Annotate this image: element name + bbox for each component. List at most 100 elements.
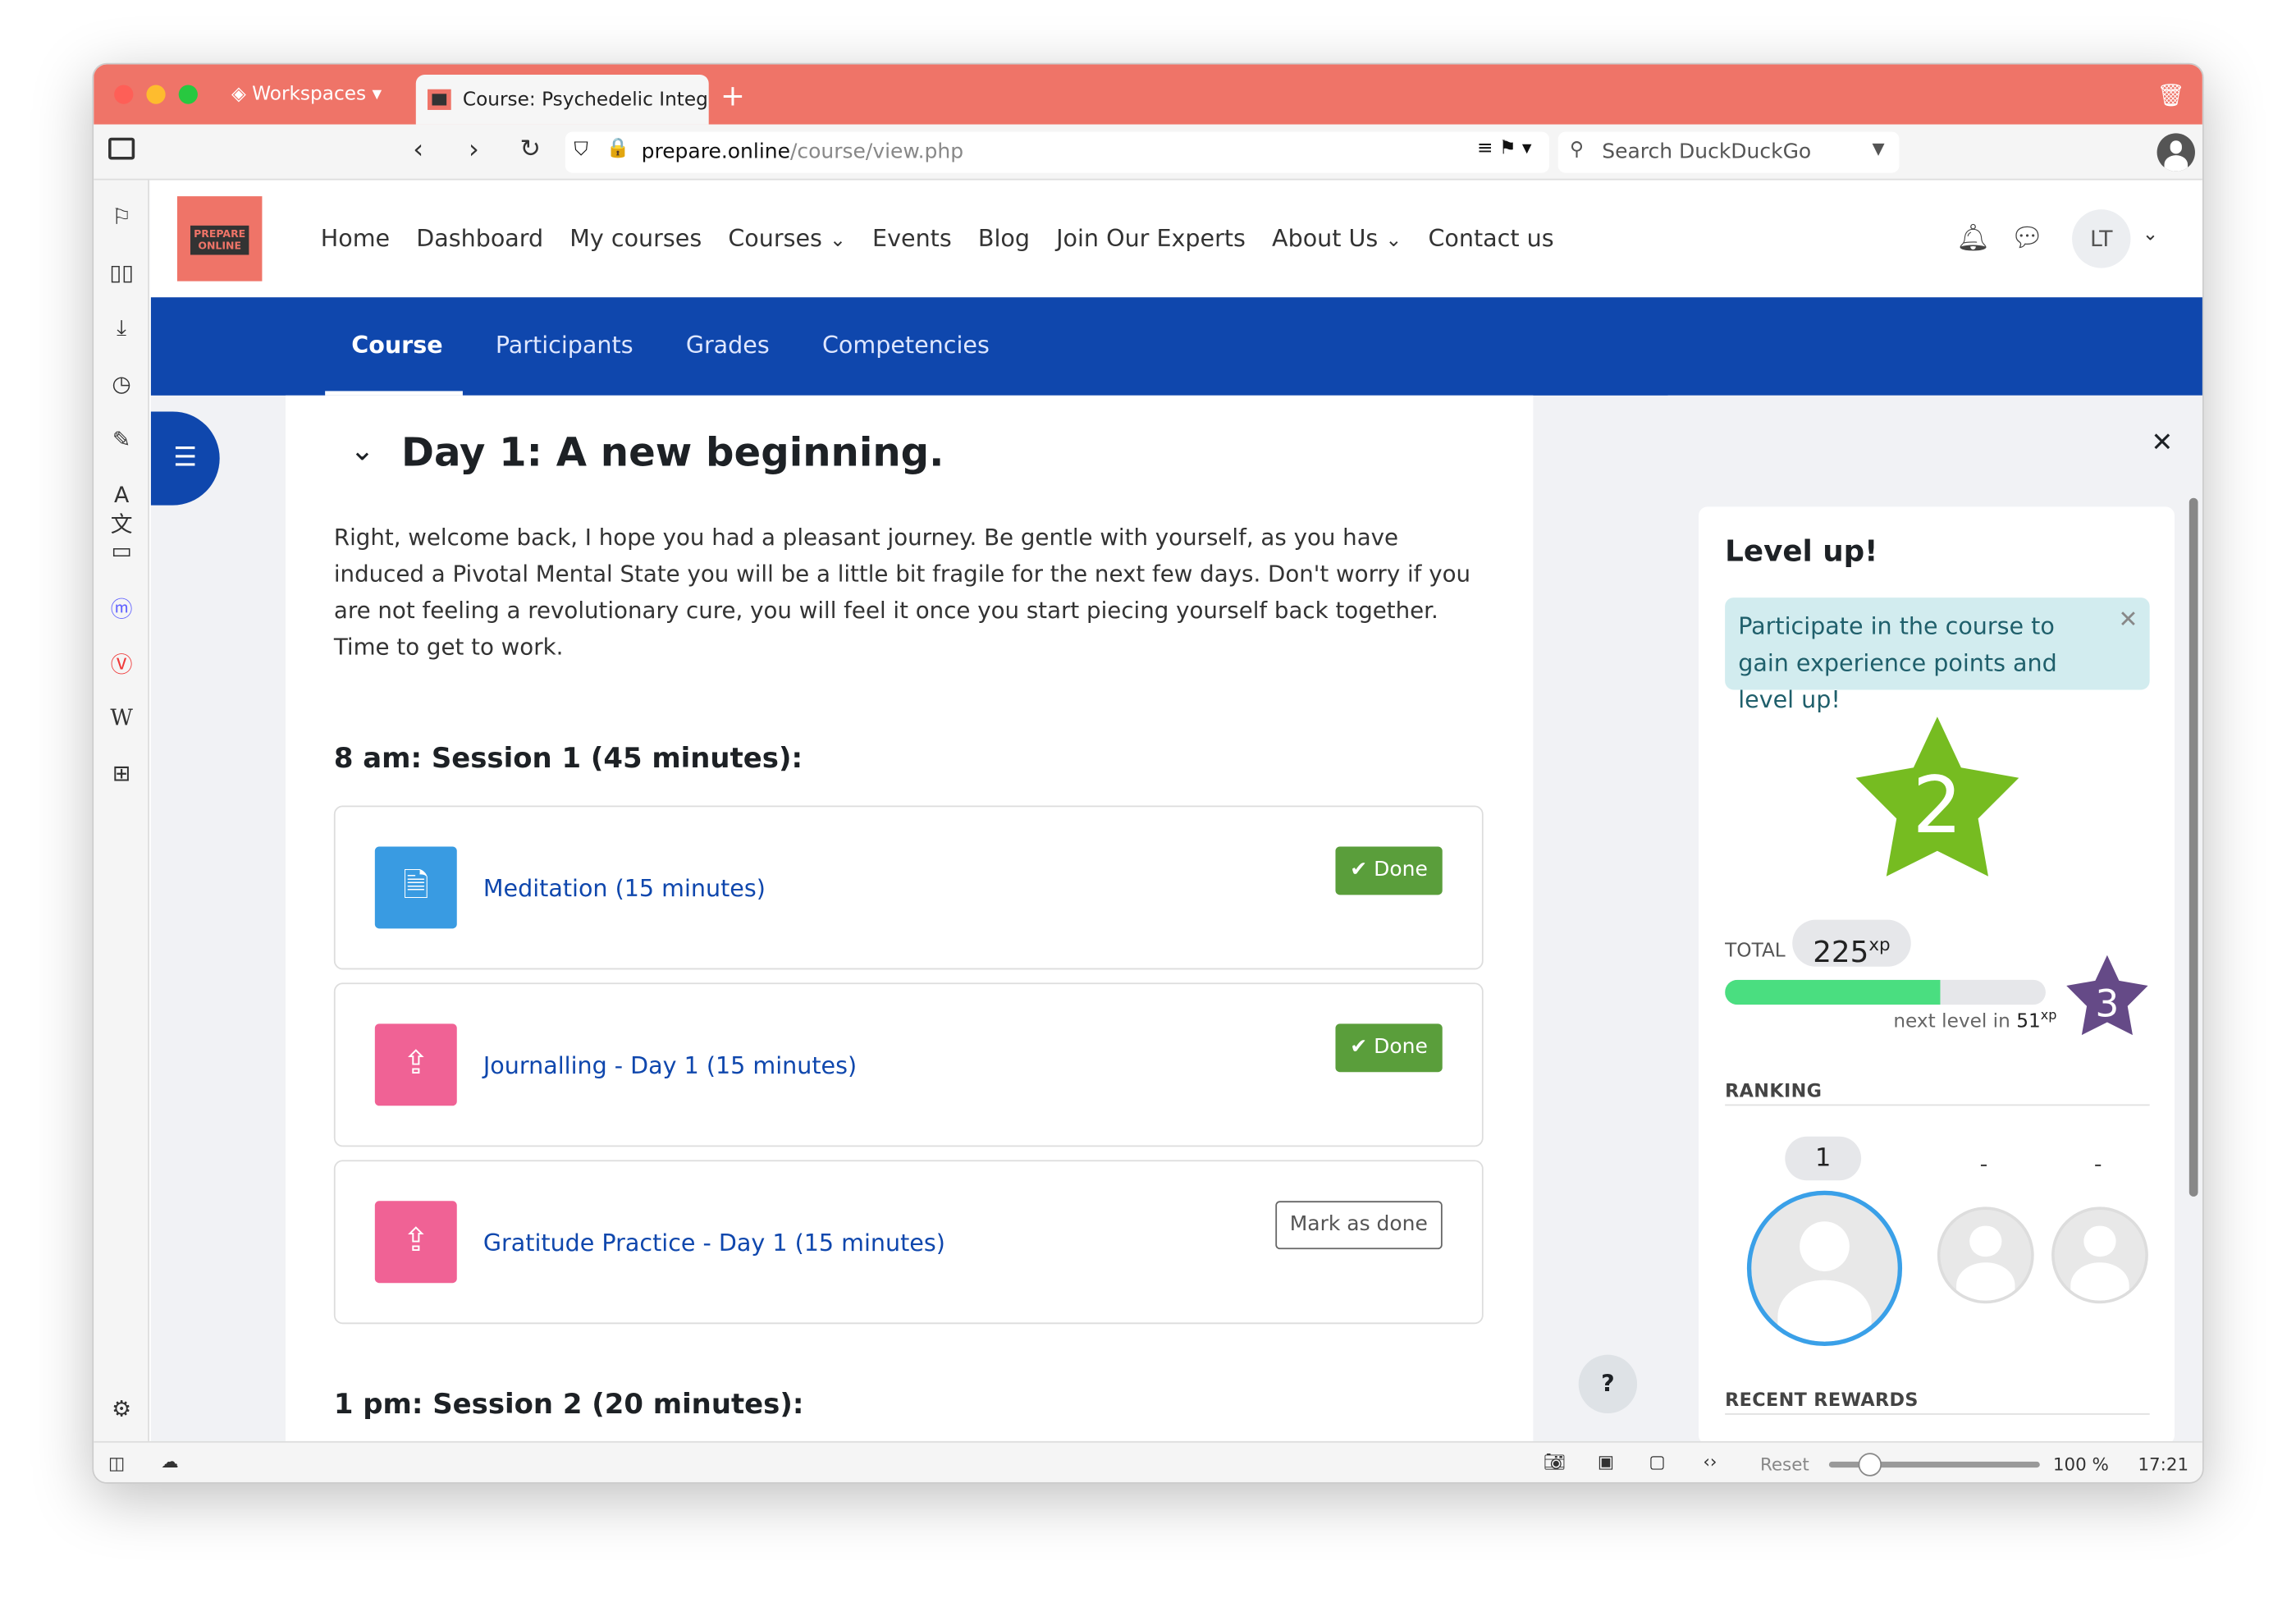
tab-participants[interactable]: Participants bbox=[496, 331, 633, 359]
next-level-text: next level in 51xp bbox=[1893, 1009, 2057, 1033]
help-button[interactable]: ? bbox=[1578, 1354, 1638, 1414]
nav-contact-us[interactable]: Contact us bbox=[1428, 224, 1553, 252]
dismiss-alert-icon[interactable]: ✕ bbox=[2118, 601, 2138, 638]
dev-tools-icon[interactable]: ‹› bbox=[1703, 1451, 1717, 1472]
activity-card: ⇪ Gratitude Practice - Day 1 (15 minutes… bbox=[333, 1160, 1484, 1325]
mark-as-done-button[interactable]: Mark as done bbox=[1274, 1201, 1443, 1250]
bookmark-icon[interactable]: ⚐ bbox=[107, 204, 136, 230]
tab-grades[interactable]: Grades bbox=[686, 331, 770, 359]
block-title: Level up! bbox=[1725, 533, 1878, 569]
page-tiling-icon[interactable]: ▢ bbox=[1649, 1451, 1665, 1472]
translate-icon[interactable]: A文 bbox=[107, 482, 136, 539]
next-level: 3 bbox=[2095, 982, 2119, 1025]
clock: 17:21 bbox=[2138, 1454, 2189, 1475]
calendar-icon[interactable]: ▭ bbox=[107, 538, 136, 564]
download-icon[interactable]: ⤓ bbox=[107, 315, 136, 341]
image-icon[interactable]: ▣ bbox=[1598, 1451, 1614, 1472]
tab-course[interactable]: Course bbox=[351, 331, 442, 359]
site-logo[interactable]: PREPARE ONLINE bbox=[176, 196, 263, 282]
workspaces-button[interactable]: ◈ Workspaces ▾ bbox=[231, 84, 382, 106]
level-up-block: Level up! Participate in the course to g… bbox=[1699, 506, 2175, 1441]
add-panel-icon[interactable]: ⊞ bbox=[107, 760, 136, 786]
info-alert: Participate in the course to gain experi… bbox=[1725, 597, 2150, 713]
minimize-window-button[interactable] bbox=[146, 85, 166, 104]
url-field[interactable]: ⛉ 🔒 prepare.online/course/view.php ≡ ⚑ ▾ bbox=[565, 131, 1550, 173]
course-index-toggle[interactable]: ☰ bbox=[150, 411, 220, 506]
reload-button[interactable]: ↻ bbox=[519, 135, 540, 164]
nav-dashboard[interactable]: Dashboard bbox=[416, 224, 543, 252]
page-icon: 🗎 bbox=[374, 846, 457, 929]
capture-icon[interactable]: 📷︎ bbox=[1544, 1451, 1566, 1472]
collapse-chevron-icon[interactable]: ⌄ bbox=[350, 432, 374, 467]
assignment-icon: ⇪ bbox=[374, 1023, 457, 1106]
done-badge[interactable]: ✔ Done bbox=[1335, 846, 1443, 895]
divider bbox=[1725, 1413, 2150, 1415]
activity-link[interactable]: Gratitude Practice - Day 1 (15 minutes) bbox=[483, 1229, 945, 1257]
active-tab[interactable]: Course: Psychedelic Integr bbox=[415, 75, 709, 125]
drawer-scrollbar[interactable] bbox=[2189, 497, 2198, 1197]
activity-link[interactable]: Meditation (15 minutes) bbox=[483, 874, 766, 902]
notifications-bell-icon[interactable]: 🔔︎ bbox=[1956, 222, 1990, 253]
user-avatar[interactable]: LT bbox=[2072, 209, 2131, 268]
trash-icon[interactable]: 🗑 bbox=[2157, 82, 2184, 108]
history-icon[interactable]: ◷ bbox=[107, 370, 136, 396]
tab-bar: ◈ Workspaces ▾ Course: Psychedelic Integ… bbox=[94, 64, 2202, 125]
avatar bbox=[1937, 1206, 2034, 1304]
wikipedia-icon[interactable]: W bbox=[107, 704, 136, 730]
nav-home[interactable]: Home bbox=[321, 224, 390, 252]
settings-icon[interactable]: ⚙ bbox=[107, 1396, 136, 1422]
bookmark-dropdown-icon[interactable]: ≡ ⚑ ▾ bbox=[1477, 138, 1532, 160]
profile-avatar[interactable] bbox=[2157, 133, 2195, 172]
activity-card: ⇪ Journalling - Day 1 (15 minutes) ✔ Don… bbox=[333, 982, 1484, 1147]
status-bar: ◫ ☁ 📷︎ ▣ ▢ ‹› Reset 100 % 17:21 bbox=[94, 1440, 2202, 1482]
sidebar-toggle-icon[interactable] bbox=[108, 137, 135, 160]
nav-courses[interactable]: Courses ⌄ bbox=[728, 224, 846, 252]
activity-card: 🗎 Meditation (15 minutes) ✔ Done bbox=[333, 805, 1484, 970]
assignment-icon: ⇪ bbox=[374, 1201, 457, 1284]
section-title: Day 1: A new beginning. bbox=[400, 430, 944, 476]
nav-my-courses[interactable]: My courses bbox=[569, 224, 702, 252]
new-tab-button[interactable]: + bbox=[720, 78, 745, 113]
close-window-button[interactable] bbox=[114, 85, 134, 104]
session-heading: 1 pm: Session 2 (20 minutes): bbox=[333, 1388, 804, 1421]
done-badge[interactable]: ✔ Done bbox=[1335, 1023, 1443, 1073]
current-level: 2 bbox=[1913, 761, 1963, 851]
nav-events[interactable]: Events bbox=[872, 224, 952, 252]
panel-toggle-icon[interactable]: ◫ bbox=[108, 1453, 125, 1473]
zoom-slider[interactable] bbox=[1828, 1453, 2040, 1477]
chevron-down-icon[interactable]: ▼ bbox=[1873, 140, 1885, 158]
activity-link[interactable]: Journalling - Day 1 (15 minutes) bbox=[483, 1051, 857, 1079]
maximize-window-button[interactable] bbox=[178, 85, 198, 104]
sync-cloud-icon[interactable]: ☁ bbox=[161, 1451, 178, 1472]
avatar bbox=[2051, 1206, 2148, 1304]
rank-badge: - bbox=[2093, 1151, 2102, 1178]
nav-about-us[interactable]: About Us ⌄ bbox=[1272, 224, 1402, 252]
zoom-level: 100 % bbox=[2052, 1454, 2109, 1475]
rank-badge: 1 bbox=[1785, 1136, 1862, 1181]
nav-blog[interactable]: Blog bbox=[978, 224, 1030, 252]
chevron-down-icon: ⌄ bbox=[830, 230, 846, 252]
back-button[interactable]: ‹ bbox=[413, 135, 423, 165]
total-label: TOTAL bbox=[1725, 940, 1786, 963]
close-drawer-icon[interactable]: ✕ bbox=[2151, 428, 2173, 458]
xp-progress-bar bbox=[1725, 979, 2046, 1005]
address-bar-row: ‹ › ↻ ⛉ 🔒 prepare.online/course/view.php… bbox=[94, 124, 2202, 181]
layers-icon: ◈ bbox=[231, 83, 253, 106]
user-menu-chevron-icon[interactable]: ⌄ bbox=[2143, 224, 2158, 246]
web-page: PREPARE ONLINE Home Dashboard My courses … bbox=[150, 180, 2202, 1441]
rank-badge: - bbox=[1979, 1151, 1988, 1178]
zoom-slider-handle[interactable] bbox=[1858, 1453, 1882, 1477]
messages-icon[interactable]: 💬︎ bbox=[2010, 222, 2044, 253]
block-drawer: ✕ Level up! Participate in the course to… bbox=[1667, 395, 2202, 1441]
section-intro: Right, welcome back, I hope you had a pl… bbox=[333, 524, 1471, 661]
search-field[interactable]: ⚲ Search DuckDuckGo ▼ bbox=[1557, 131, 1900, 173]
browser-side-panel: ⚐ ▯▯ ⤓ ◷ ✎ A文 ▭ ⓜ Ⓥ W ⊞ ⚙ bbox=[94, 180, 150, 1441]
vivaldi-icon[interactable]: Ⓥ bbox=[107, 649, 136, 680]
reading-list-icon[interactable]: ▯▯ bbox=[107, 259, 136, 286]
nav-join-experts[interactable]: Join Our Experts bbox=[1056, 224, 1246, 252]
tab-competencies[interactable]: Competencies bbox=[822, 331, 990, 359]
mastodon-icon[interactable]: ⓜ bbox=[107, 593, 136, 624]
forward-button[interactable]: › bbox=[469, 135, 479, 165]
zoom-reset-button[interactable]: Reset bbox=[1760, 1454, 1809, 1475]
notes-icon[interactable]: ✎ bbox=[107, 426, 136, 452]
